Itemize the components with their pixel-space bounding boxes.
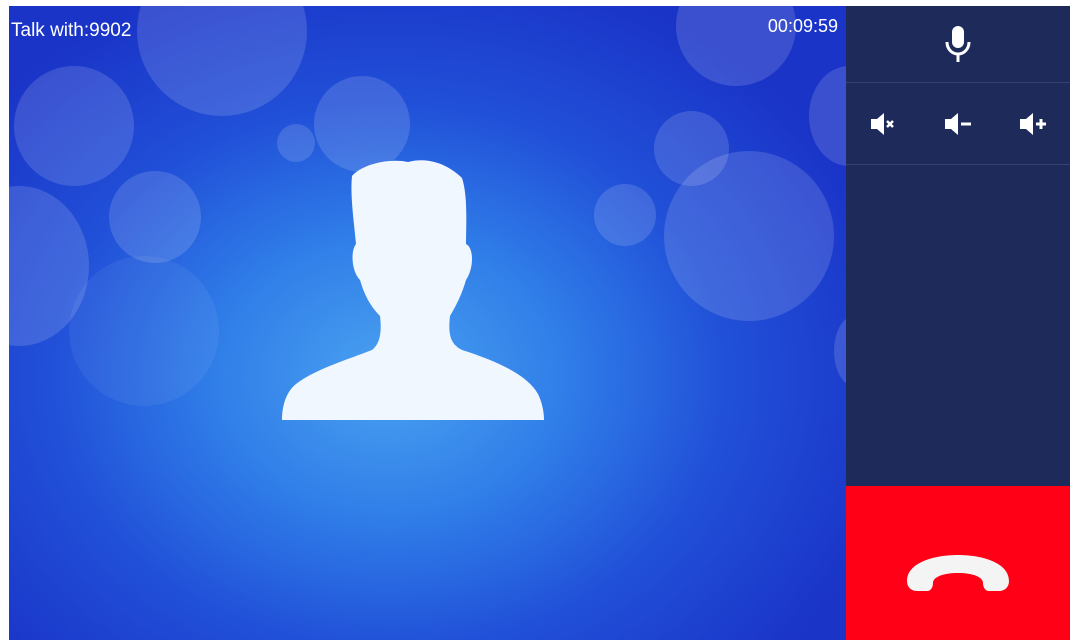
talk-with-label: Talk with:9902 bbox=[11, 20, 132, 41]
volume-up-button[interactable] bbox=[995, 84, 1070, 164]
volume-mute-icon bbox=[871, 113, 895, 135]
call-screen: Talk with:9902 00:09:59 bbox=[9, 6, 1070, 640]
volume-controls bbox=[846, 84, 1070, 164]
volume-up-icon bbox=[1019, 113, 1046, 135]
volume-down-icon bbox=[945, 113, 971, 135]
call-timer: 00:09:59 bbox=[767, 16, 838, 36]
hang-up-button[interactable] bbox=[846, 486, 1070, 640]
phone-hangup-icon bbox=[907, 555, 1009, 591]
microphone-icon bbox=[945, 26, 971, 62]
call-view: Talk with:9902 00:09:59 bbox=[9, 6, 846, 640]
microphone-button[interactable] bbox=[846, 6, 1070, 82]
mute-button[interactable] bbox=[846, 84, 921, 164]
person-silhouette-icon bbox=[282, 160, 544, 420]
call-control-panel bbox=[846, 6, 1070, 640]
volume-down-button[interactable] bbox=[921, 84, 996, 164]
